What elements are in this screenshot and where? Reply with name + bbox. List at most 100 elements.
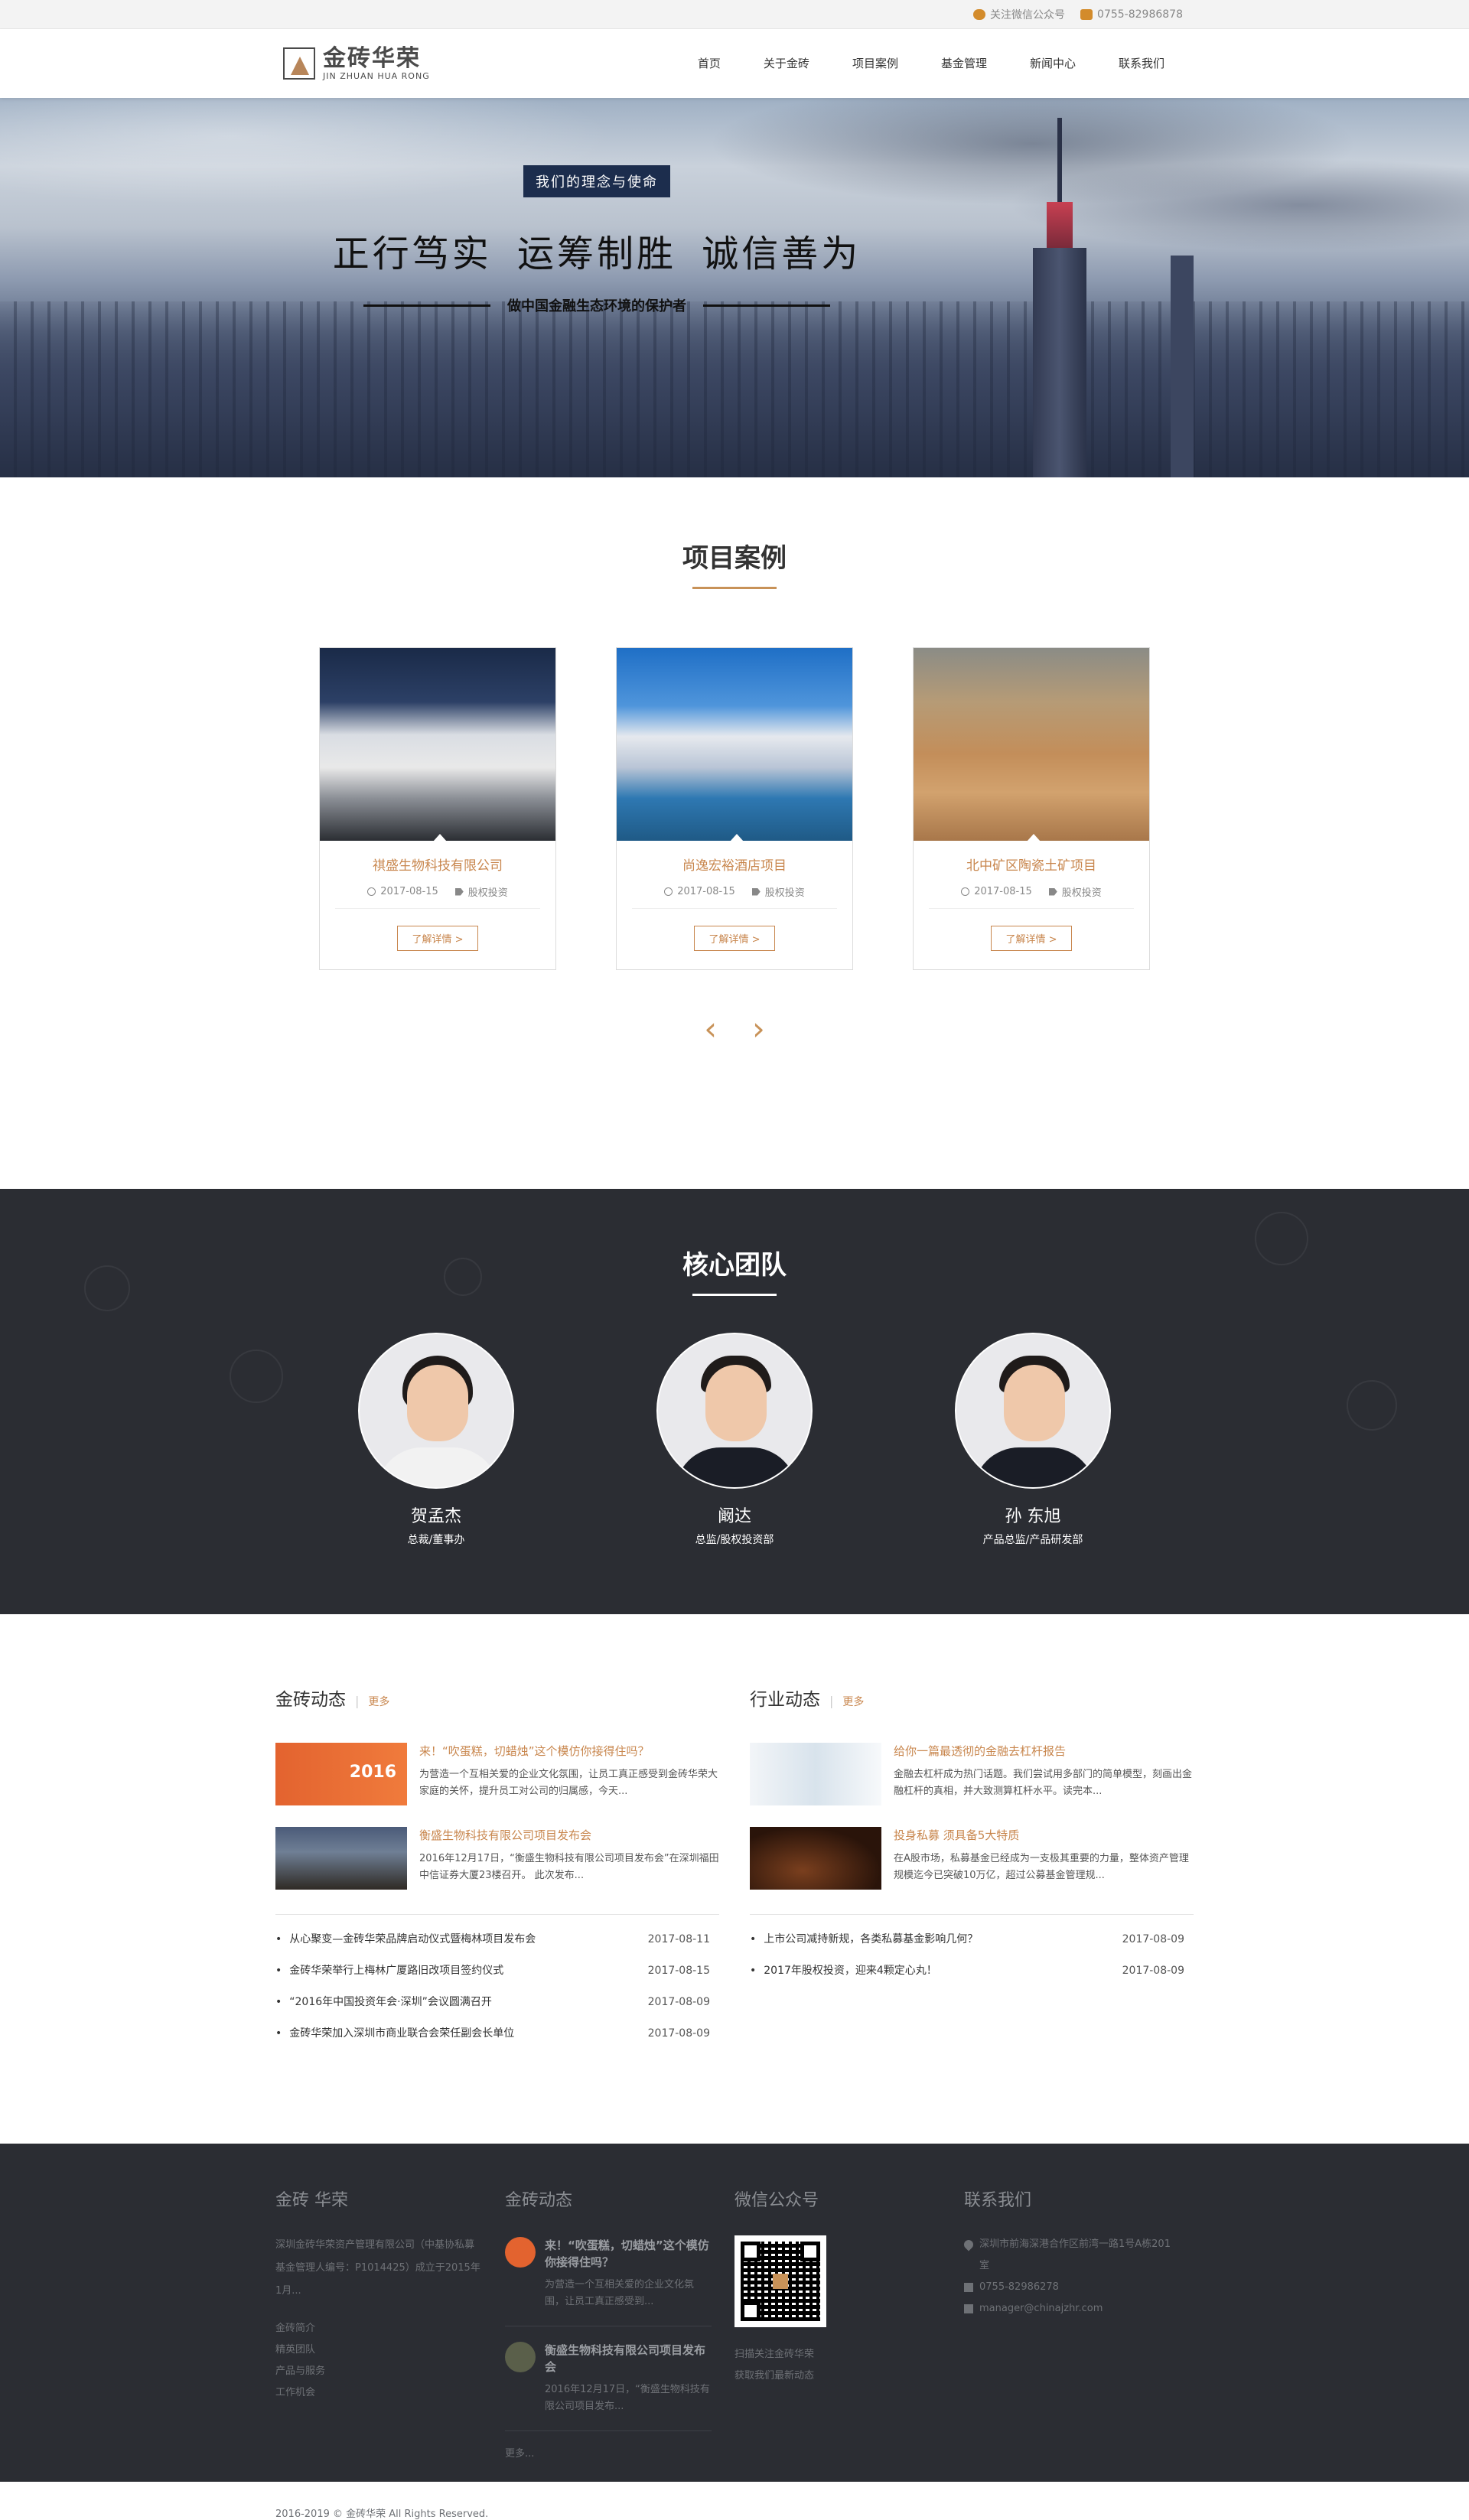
news-feature[interactable]: 2016 来！“吹蛋糕，切蜡烛”这个模仿你接得住吗？ 为营造一个互相关爱的企业文… — [275, 1743, 719, 1805]
banner-tower-secondary — [1171, 256, 1194, 477]
footer-news-more-link[interactable]: 更多... — [505, 2448, 534, 2460]
news-thumbnail[interactable] — [750, 1827, 881, 1890]
footer-news-item-title[interactable]: 衡盛生物科技有限公司项目发布会 — [545, 2342, 712, 2375]
news-section: 金砖动态 | 更多 2016 来！“吹蛋糕，切蜡烛”这个模仿你接得住吗？ 为营造… — [0, 1614, 1469, 2144]
banner-line-right — [703, 304, 830, 307]
banner-subtitle: 做中国金融生态环境的保护者 — [507, 298, 686, 314]
decor-circle — [84, 1265, 130, 1311]
wechat-link[interactable]: 关注微信公众号 — [973, 7, 1065, 22]
footer-news-title: 金砖动态 — [505, 2191, 573, 2210]
project-details-button[interactable]: 了解详情 > — [991, 926, 1072, 951]
project-name[interactable]: 尚逸宏裕酒店项目 — [617, 855, 852, 874]
member-name: 贺孟杰 — [410, 1507, 461, 1526]
list-item-date: 2017-08-15 — [647, 1965, 710, 1977]
team-member[interactable]: 贺孟杰 总裁/董事办 — [358, 1333, 514, 1547]
project-image[interactable] — [914, 648, 1149, 842]
tag-icon — [454, 887, 464, 896]
industry-news: 行业动态 | 更多 给你一篇最透彻的金融去杠杆报告 金融去杠杆成为热门话题。我们… — [750, 1685, 1194, 2050]
project-details-button[interactable]: 了解详情 > — [397, 926, 478, 951]
list-item[interactable]: 金砖华荣举行上梅林广厦路旧改项目签约仪式 2017-08-15 — [275, 1955, 719, 1987]
qr-caption-2: 获取我们最新动态 — [734, 2370, 815, 2382]
nav-about[interactable]: 关于金砖 — [742, 29, 831, 98]
divider: | — [355, 1694, 360, 1708]
decor-circle — [230, 1350, 283, 1403]
list-item-title[interactable]: “2016年中国投资年会·深圳”会议圆满召开 — [275, 1987, 492, 2018]
footer-news-item-desc: 2016年12月17日，“衡盛生物科技有限公司项目发布... — [545, 2384, 710, 2412]
project-details-button[interactable]: 了解详情 > — [694, 926, 775, 951]
list-item[interactable]: 从心聚变—金砖华荣品牌启动仪式暨梅林项目发布会 2017-08-11 — [275, 1924, 719, 1955]
phone-number: 0755-82986878 — [1097, 8, 1183, 21]
banner-tower — [1025, 118, 1094, 477]
team-member[interactable]: 孙 东旭 产品总监/产品研发部 — [955, 1333, 1111, 1547]
project-card[interactable]: 尚逸宏裕酒店项目 2017-08-15 股权投资 了解详情 > — [616, 647, 853, 970]
list-item[interactable]: 2017年股权投资，迎来4颗定心丸！ 2017-08-09 — [750, 1955, 1194, 1987]
team-member[interactable]: 阚达 总监/股权投资部 — [656, 1333, 813, 1547]
list-item-title[interactable]: 金砖华荣举行上梅林广厦路旧改项目签约仪式 — [275, 1955, 503, 1987]
project-image[interactable] — [617, 648, 852, 842]
team-section: 核心团队 贺孟杰 总裁/董事办 阚达 总监/股权投资部 孙 东旭 产品总监/产品… — [0, 1189, 1469, 1614]
qr-code — [734, 2235, 826, 2327]
phone-icon — [1080, 9, 1093, 20]
site-header: 金砖华荣 JIN ZHUAN HUA RONG 首页 关于金砖 项目案例 基金管… — [0, 29, 1469, 98]
footer-news-item-title[interactable]: 来！“吹蛋糕，切蜡烛”这个模仿你接得住吗？ — [545, 2237, 712, 2271]
nav-contact[interactable]: 联系我们 — [1097, 29, 1186, 98]
project-name[interactable]: 北中矿区陶瓷土矿项目 — [914, 855, 1149, 874]
list-item-date: 2017-08-09 — [1122, 1933, 1184, 1945]
news-feature-title[interactable]: 给你一篇最透彻的金融去杠杆报告 — [894, 1743, 1194, 1759]
list-item-title[interactable]: 金砖华荣加入深圳市商业联合会荣任副会长单位 — [275, 2018, 514, 2050]
news-feature-desc: 为营造一个互相关爱的企业文化氛围，让员工真正感受到金砖华荣大家庭的关怀，提升员工… — [419, 1769, 718, 1797]
prev-arrow-icon[interactable]: ‹ — [704, 1013, 717, 1045]
member-role: 总裁/董事办 — [407, 1534, 465, 1546]
list-item[interactable]: “2016年中国投资年会·深圳”会议圆满召开 2017-08-09 — [275, 1987, 719, 2018]
project-category: 股权投资 — [1061, 887, 1102, 899]
project-name[interactable]: 祺盛生物科技有限公司 — [320, 855, 555, 874]
footer-link-intro[interactable]: 金砖简介 — [275, 2323, 315, 2334]
avatar[interactable] — [955, 1333, 1111, 1489]
news-thumbnail[interactable] — [750, 1743, 881, 1805]
next-arrow-icon[interactable]: › — [752, 1013, 765, 1045]
news-avatar — [505, 2342, 536, 2372]
logo[interactable]: 金砖华荣 JIN ZHUAN HUA RONG — [283, 46, 430, 81]
nav-projects[interactable]: 项目案例 — [831, 29, 920, 98]
industry-news-more-link[interactable]: 更多 — [842, 1694, 864, 1709]
news-feature-title[interactable]: 来！“吹蛋糕，切蜡烛”这个模仿你接得住吗？ — [419, 1743, 719, 1759]
footer-link-jobs[interactable]: 工作机会 — [275, 2387, 315, 2398]
footer-link-services[interactable]: 产品与服务 — [275, 2365, 325, 2377]
nav-news[interactable]: 新闻中心 — [1008, 29, 1097, 98]
project-card[interactable]: 北中矿区陶瓷土矿项目 2017-08-15 股权投资 了解详情 > — [913, 647, 1150, 970]
nav-funds[interactable]: 基金管理 — [920, 29, 1008, 98]
news-thumbnail[interactable]: 2016 — [275, 1743, 407, 1805]
news-thumbnail[interactable] — [275, 1827, 407, 1890]
list-item[interactable]: 上市公司减持新规，各类私募基金影响几何？ 2017-08-09 — [750, 1924, 1194, 1955]
nav-home[interactable]: 首页 — [676, 29, 742, 98]
industry-news-title: 行业动态 — [750, 1690, 820, 1710]
footer-link-team[interactable]: 精英团队 — [275, 2344, 315, 2356]
news-feature-desc: 金融去杠杆成为热门话题。我们尝试用多部门的简单模型，刻画出金融杠杆的真相，并大致… — [894, 1769, 1193, 1797]
contact-email[interactable]: manager@chinajzhr.com — [979, 2298, 1103, 2320]
news-feature-title[interactable]: 衡盛生物科技有限公司项目发布会 — [419, 1827, 719, 1843]
company-news-more-link[interactable]: 更多 — [368, 1694, 389, 1709]
member-name: 阚达 — [717, 1507, 751, 1526]
list-item-title[interactable]: 从心聚变—金砖华荣品牌启动仪式暨梅林项目发布会 — [275, 1924, 536, 1955]
avatar[interactable] — [358, 1333, 514, 1489]
member-name: 孙 东旭 — [1005, 1507, 1061, 1526]
list-item-title[interactable]: 上市公司减持新规，各类私募基金影响几何？ — [750, 1924, 978, 1955]
project-image[interactable] — [320, 648, 555, 842]
news-feature[interactable]: 给你一篇最透彻的金融去杠杆报告 金融去杠杆成为热门话题。我们尝试用多部门的简单模… — [750, 1743, 1194, 1805]
company-news-title: 金砖动态 — [275, 1690, 346, 1710]
news-feature-title[interactable]: 投身私募 须具备5大特质 — [894, 1827, 1194, 1843]
list-item-title[interactable]: 2017年股权投资，迎来4颗定心丸！ — [750, 1955, 937, 1987]
avatar[interactable] — [656, 1333, 813, 1489]
footer-news-item[interactable]: 衡盛生物科技有限公司项目发布会 2016年12月17日，“衡盛生物科技有限公司项… — [505, 2342, 712, 2431]
project-card[interactable]: 祺盛生物科技有限公司 2017-08-15 股权投资 了解详情 > — [319, 647, 556, 970]
banner-cityscape — [0, 301, 1469, 477]
news-feature[interactable]: 衡盛生物科技有限公司项目发布会 2016年12月17日，“衡盛生物科技有限公司项… — [275, 1827, 719, 1890]
clock-icon — [664, 887, 673, 896]
team-list: 贺孟杰 总裁/董事办 阚达 总监/股权投资部 孙 东旭 产品总监/产品研发部 — [0, 1333, 1469, 1547]
news-feature[interactable]: 投身私募 须具备5大特质 在A股市场，私募基金已经成为一支极其重要的力量，整体资… — [750, 1827, 1194, 1890]
footer-news-item[interactable]: 来！“吹蛋糕，切蜡烛”这个模仿你接得住吗？ 为营造一个互相关爱的企业文化氛围，让… — [505, 2237, 712, 2326]
footer-about-desc: 深圳金砖华荣资产管理有限公司（中基协私募基金管理人编号：P1014425）成立于… — [275, 2239, 480, 2297]
copyright: 2016-2019 © 金砖华荣 All Rights Reserved. — [275, 2509, 489, 2520]
project-list: 祺盛生物科技有限公司 2017-08-15 股权投资 了解详情 > 尚逸宏裕酒店… — [0, 647, 1469, 970]
list-item[interactable]: 金砖华荣加入深圳市商业联合会荣任副会长单位 2017-08-09 — [275, 2018, 719, 2050]
